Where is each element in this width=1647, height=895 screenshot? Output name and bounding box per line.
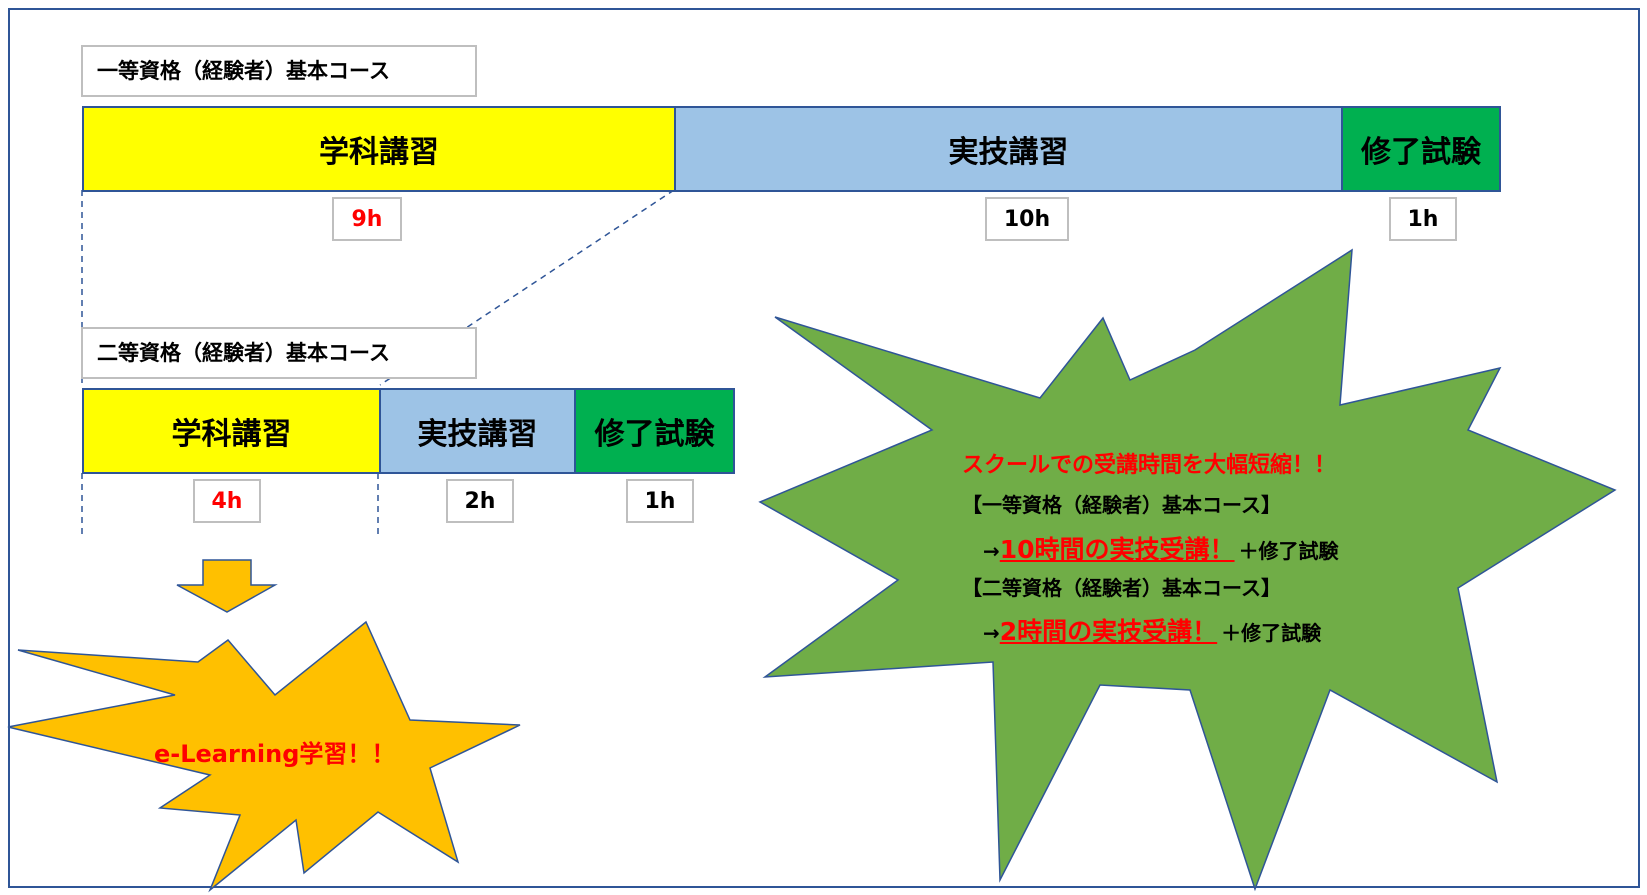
- course2-segment-lecture: 学科講習: [82, 388, 381, 474]
- summary-headline: スクールでの受講時間を大幅短縮！！: [962, 453, 1337, 478]
- course2-segment-practical: 実技講習: [379, 388, 576, 474]
- summary-burst-shape: [758, 248, 1617, 892]
- summary-course2-suffix: ＋修了試験: [1221, 621, 1322, 645]
- summary-course1-label: 【一等資格（経験者）基本コース】: [962, 493, 1281, 517]
- elearning-burst-text: e-Learning学習！！: [154, 740, 396, 768]
- course2-hours-practical: 2h: [446, 479, 514, 523]
- summary-course2-highlight: 2時間の実技受講！: [999, 617, 1218, 646]
- course1-segment-practical: 実技講習: [674, 106, 1343, 192]
- course2-segment-exam: 修了試験: [574, 388, 735, 474]
- summary-course1-suffix: ＋修了試験: [1238, 539, 1339, 563]
- course2-hours-exam: 1h: [626, 479, 694, 523]
- summary-course2-label: 【二等資格（経験者）基本コース】: [962, 576, 1281, 600]
- course1-hours-lecture: 9h: [332, 197, 402, 241]
- summary-course2-row: →2時間の実技受講！ ＋修了試験: [983, 612, 1321, 648]
- summary-course1-highlight: 10時間の実技受講！: [999, 535, 1235, 564]
- arrow-right-icon: →: [983, 539, 1000, 563]
- course1-segment-lecture: 学科講習: [82, 106, 676, 192]
- course1-title: 一等資格（経験者）基本コース: [81, 45, 477, 97]
- summary-course1-row: →10時間の実技受講！ ＋修了試験: [983, 530, 1339, 566]
- course2-hours-lecture: 4h: [193, 479, 261, 523]
- course1-hours-practical: 10h: [985, 197, 1069, 241]
- diagram-canvas: 一等資格（経験者）基本コース 学科講習 実技講習 修了試験 9h 10h 1h …: [0, 0, 1647, 895]
- course1-hours-exam: 1h: [1389, 197, 1457, 241]
- course2-title: 二等資格（経験者）基本コース: [81, 327, 477, 379]
- course1-segment-exam: 修了試験: [1341, 106, 1501, 192]
- arrow-right-icon: →: [983, 621, 1000, 645]
- down-arrow-icon: [176, 559, 278, 613]
